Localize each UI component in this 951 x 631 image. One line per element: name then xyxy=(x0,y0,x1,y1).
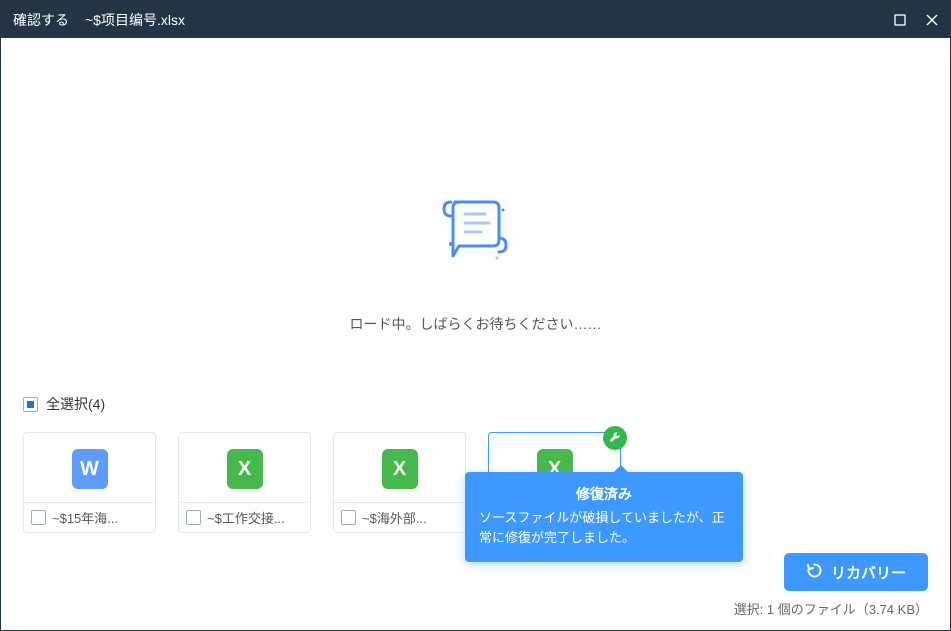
file-name: ~$海外部... xyxy=(362,508,427,527)
filename-label: ~$项目编号.xlsx xyxy=(85,10,185,30)
restore-icon xyxy=(806,562,823,583)
confirm-label: 確認する xyxy=(13,10,69,30)
selection-status: 選択: 1 個のファイル（3.74 KB） xyxy=(734,599,928,618)
select-all-label: 全選択(4) xyxy=(46,394,105,414)
word-file-icon: W xyxy=(72,449,108,489)
file-card[interactable]: X ~$海外部... xyxy=(333,432,466,533)
tooltip-body: ソースファイルが破損していましたが、正常に修復が完了しました。 xyxy=(479,508,729,548)
excel-file-icon: X xyxy=(382,449,418,489)
select-all-checkbox[interactable] xyxy=(23,397,38,412)
file-grid: W ~$15年海... X ~$工作交接... X ~$海外部... xyxy=(23,432,928,533)
file-card[interactable]: X ~$工作交接... xyxy=(178,432,311,533)
wrench-icon xyxy=(603,426,627,450)
loading-area: ロード中。しばらくお待ちください…… xyxy=(23,38,928,394)
footer: リカバリー 選択: 1 個のファイル（3.74 KB） xyxy=(23,553,928,630)
file-checkbox[interactable] xyxy=(31,510,46,525)
file-checkbox[interactable] xyxy=(341,510,356,525)
recover-button-label: リカバリー xyxy=(831,562,906,583)
loading-scroll-icon xyxy=(437,188,515,269)
tooltip-title: 修復済み xyxy=(479,484,729,506)
repair-tooltip: 修復済み ソースファイルが破損していましたが、正常に修復が完了しました。 xyxy=(465,472,743,562)
recover-button[interactable]: リカバリー xyxy=(784,553,928,591)
close-icon[interactable] xyxy=(926,14,938,26)
file-name: ~$工作交接... xyxy=(207,508,285,527)
titlebar: 確認する ~$项目编号.xlsx xyxy=(1,1,950,38)
file-checkbox[interactable] xyxy=(186,510,201,525)
file-card[interactable]: W ~$15年海... xyxy=(23,432,156,533)
excel-file-icon: X xyxy=(227,449,263,489)
file-name: ~$15年海... xyxy=(52,508,118,527)
loading-text: ロード中。しばらくお待ちください…… xyxy=(350,314,602,334)
maximize-icon[interactable] xyxy=(894,14,906,26)
select-all-row[interactable]: 全選択(4) xyxy=(23,394,928,414)
